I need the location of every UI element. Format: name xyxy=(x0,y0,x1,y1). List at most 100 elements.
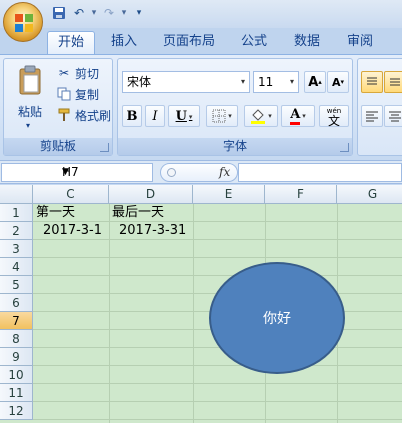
font-name-combo[interactable]: 宋体 ▾ xyxy=(122,71,250,93)
font-color-dropdown-icon[interactable]: ▾ xyxy=(302,112,306,120)
clipboard-group-label: 剪贴板 xyxy=(4,138,112,155)
grid-line xyxy=(193,204,194,423)
row-header-8[interactable]: 8 xyxy=(0,330,33,348)
quick-access-toolbar: ↶ ▾ ↷ ▾ ▾ xyxy=(50,4,148,22)
row-header-5[interactable]: 5 xyxy=(0,276,33,294)
customize-icon[interactable]: ▾ xyxy=(130,4,148,22)
align-left-icon xyxy=(366,111,378,122)
borders-button[interactable]: ▾ xyxy=(206,105,238,127)
grow-font-label: A xyxy=(308,74,319,90)
row-header-3[interactable]: 3 xyxy=(0,240,33,258)
font-group: 宋体 ▾ 11 ▾ A ▴ A ▾ B I U ▾ ▾ ▾ A ▾ wén 文 … xyxy=(117,58,353,156)
row-header-6[interactable]: 6 xyxy=(0,294,33,312)
grow-font-button[interactable]: A ▴ xyxy=(304,71,326,93)
copy-label: 复制 xyxy=(75,87,100,102)
fill-color-icon xyxy=(251,109,266,124)
row-header-2[interactable]: 2 xyxy=(0,222,33,240)
row-header-1[interactable]: 1 xyxy=(0,204,33,222)
grid-line xyxy=(33,419,402,420)
save-icon[interactable] xyxy=(50,4,68,22)
font-size-dropdown-icon[interactable]: ▾ xyxy=(286,72,298,92)
align-middle-button[interactable] xyxy=(384,71,402,93)
fill-color-dropdown-icon[interactable]: ▾ xyxy=(268,112,272,120)
grid-line xyxy=(109,204,110,423)
grid-line xyxy=(33,383,402,384)
underline-label: U xyxy=(175,108,187,124)
column-header-f[interactable]: F xyxy=(265,185,337,204)
format-painter-button[interactable]: 格式刷 xyxy=(56,105,111,125)
column-header-c[interactable]: C xyxy=(33,185,109,204)
paste-dropdown-icon[interactable]: ▾ xyxy=(26,121,30,130)
worksheet-grid[interactable]: C D E F G 1 2 3 4 5 6 7 8 9 10 11 12 第一天… xyxy=(0,185,402,423)
column-header-g[interactable]: G xyxy=(337,185,402,204)
cut-button[interactable]: ✂ 剪切 xyxy=(56,63,99,83)
cell-d1[interactable]: 最后一天 xyxy=(112,204,164,222)
ellipse-shape-text: 你好 xyxy=(263,311,291,327)
ribbon-tabs: 开始 插入 页面布局 公式 数据 审阅 xyxy=(0,28,402,54)
row-header-10[interactable]: 10 xyxy=(0,366,33,384)
office-button[interactable] xyxy=(3,2,43,42)
redo-icon[interactable]: ↷ xyxy=(100,4,118,22)
shrink-font-button[interactable]: A ▾ xyxy=(327,71,349,93)
select-all-corner[interactable] xyxy=(0,185,33,204)
phonetic-button[interactable]: wén 文 xyxy=(319,105,349,127)
bold-button[interactable]: B xyxy=(122,105,142,127)
font-group-label: 字体 xyxy=(118,138,352,155)
copy-icon xyxy=(56,86,72,102)
tab-review[interactable]: 审阅 xyxy=(340,31,380,54)
row-header-4[interactable]: 4 xyxy=(0,258,33,276)
row-header-7[interactable]: 7 xyxy=(0,312,33,330)
formula-handle-icon[interactable] xyxy=(167,168,176,177)
tab-page-layout[interactable]: 页面布局 xyxy=(158,31,220,54)
undo-dropdown-icon[interactable]: ▾ xyxy=(90,8,98,18)
format-painter-icon xyxy=(56,107,72,123)
grid-line xyxy=(33,401,402,402)
fill-color-button[interactable]: ▾ xyxy=(244,105,278,127)
align-center-icon xyxy=(389,111,401,122)
column-header-d[interactable]: D xyxy=(109,185,193,204)
tab-home[interactable]: 开始 xyxy=(47,31,95,54)
format-painter-label: 格式刷 xyxy=(75,108,112,123)
borders-icon xyxy=(212,109,226,123)
undo-icon[interactable]: ↶ xyxy=(70,4,88,22)
column-header-e[interactable]: E xyxy=(193,185,265,204)
italic-button[interactable]: I xyxy=(145,105,165,127)
cell-c2[interactable]: 2017-3-1 xyxy=(43,222,102,240)
formula-bar: H7 ▼ fx xyxy=(0,160,402,184)
borders-dropdown-icon[interactable]: ▾ xyxy=(228,112,232,120)
grid-line xyxy=(33,347,402,348)
cell-d2[interactable]: 2017-3-31 xyxy=(119,222,186,240)
tab-insert[interactable]: 插入 xyxy=(101,31,147,54)
align-left-button[interactable] xyxy=(361,105,383,127)
align-center-button[interactable] xyxy=(384,105,402,127)
row-header-11[interactable]: 11 xyxy=(0,384,33,402)
formula-input[interactable] xyxy=(238,163,402,182)
ellipse-shape[interactable]: 你好 xyxy=(209,262,345,374)
tab-data[interactable]: 数据 xyxy=(287,31,327,54)
row-header-12[interactable]: 12 xyxy=(0,402,33,420)
grid-line xyxy=(33,257,402,258)
font-launcher-icon[interactable] xyxy=(340,143,349,152)
copy-button[interactable]: 复制 xyxy=(56,84,99,104)
font-color-button[interactable]: A ▾ xyxy=(281,105,315,127)
align-top-icon xyxy=(367,77,377,85)
font-name-dropdown-icon[interactable]: ▾ xyxy=(237,72,249,92)
font-size-combo[interactable]: 11 ▾ xyxy=(253,71,299,93)
cut-label: 剪切 xyxy=(75,66,100,81)
align-middle-icon xyxy=(390,78,400,86)
shrink-font-label: A xyxy=(331,75,341,89)
name-box-dropdown-icon[interactable]: ▼ xyxy=(62,164,149,181)
grid-line xyxy=(33,275,402,276)
underline-dropdown-icon[interactable]: ▾ xyxy=(189,112,193,121)
underline-button[interactable]: U ▾ xyxy=(168,105,200,127)
clipboard-launcher-icon[interactable] xyxy=(100,143,109,152)
align-top-button[interactable] xyxy=(361,71,383,93)
row-header-9[interactable]: 9 xyxy=(0,348,33,366)
redo-dropdown-icon[interactable]: ▾ xyxy=(120,8,128,18)
tab-formulas[interactable]: 公式 xyxy=(234,31,274,54)
cell-c1[interactable]: 第一天 xyxy=(36,204,75,222)
scissors-icon: ✂ xyxy=(58,66,70,80)
insert-function-button[interactable]: fx xyxy=(219,164,230,181)
paste-button[interactable]: 粘贴 ▾ xyxy=(10,63,50,135)
name-box[interactable]: H7 ▼ xyxy=(1,163,153,182)
